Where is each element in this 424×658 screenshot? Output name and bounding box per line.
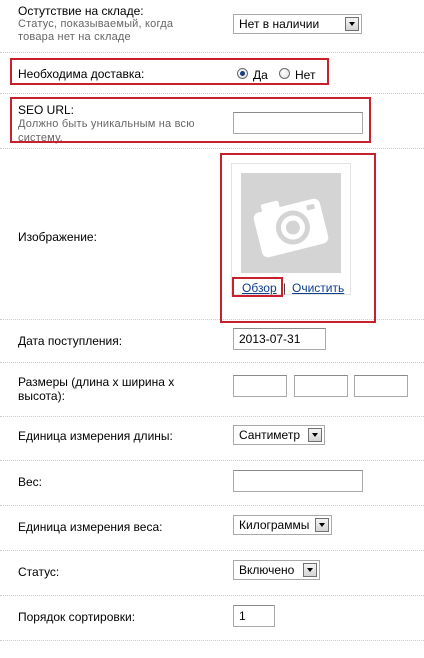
weight-input[interactable] — [233, 470, 363, 492]
height-input[interactable] — [354, 375, 408, 397]
weight-class-label: Единица измерения веса: — [18, 520, 163, 534]
status-select-value: Включено — [239, 563, 295, 577]
weight-label: Вес: — [18, 475, 43, 489]
length-input[interactable] — [233, 375, 287, 397]
status-select[interactable]: Включено — [233, 560, 320, 580]
chevron-down-icon[interactable] — [345, 17, 359, 31]
sort-order-label: Порядок сортировки: — [18, 610, 136, 624]
status-label: Статус: — [18, 565, 60, 579]
length-class-select[interactable]: Сантиметр — [233, 425, 325, 445]
chevron-down-icon[interactable] — [308, 428, 322, 442]
out-of-stock-help-line1: Статус, показываемый, когда — [18, 18, 174, 30]
form-row-sort-order: Порядок сортировки: 1 — [0, 596, 424, 641]
shipping-highlight-box — [10, 58, 329, 85]
out-of-stock-select-value: Нет в наличии — [239, 17, 320, 31]
out-of-stock-select[interactable]: Нет в наличии — [233, 14, 362, 34]
form-row-status: Статус: Включено — [0, 551, 424, 596]
dimensions-label-line2: высота): — [18, 389, 65, 403]
length-class-label: Единица измерения длины: — [18, 429, 173, 443]
date-available-label: Дата поступления: — [18, 334, 123, 348]
form-row-dimensions: Размеры (длина х ширина х высота): — [0, 363, 424, 417]
form-row-date-available: Дата поступления: 2013-07-31 — [0, 320, 424, 363]
weight-class-select-value: Килограммы — [239, 518, 310, 532]
width-input[interactable] — [294, 375, 348, 397]
length-class-select-value: Сантиметр — [239, 428, 300, 442]
form-row-out-of-stock: Остутствие на складе: Статус, показываем… — [0, 0, 424, 53]
sort-order-input[interactable]: 1 — [233, 605, 275, 627]
form-row-length-class: Единица измерения длины: Сантиметр — [0, 417, 424, 461]
out-of-stock-label: Остутствие на складе: — [18, 4, 144, 18]
weight-class-select[interactable]: Килограммы — [233, 515, 332, 535]
date-available-input[interactable]: 2013-07-31 — [233, 328, 326, 350]
form-row-weight-class: Единица измерения веса: Килограммы — [0, 506, 424, 551]
chevron-down-icon[interactable] — [303, 563, 317, 577]
chevron-down-icon[interactable] — [315, 518, 329, 532]
image-label: Изображение: — [18, 230, 97, 244]
form-row-weight: Вес: — [0, 461, 424, 506]
image-highlight-box — [220, 153, 376, 323]
dimensions-label-line1: Размеры (длина х ширина х — [18, 375, 175, 389]
out-of-stock-help-line2: товара нет на складе — [18, 31, 131, 43]
seo-url-highlight-box — [10, 97, 371, 143]
